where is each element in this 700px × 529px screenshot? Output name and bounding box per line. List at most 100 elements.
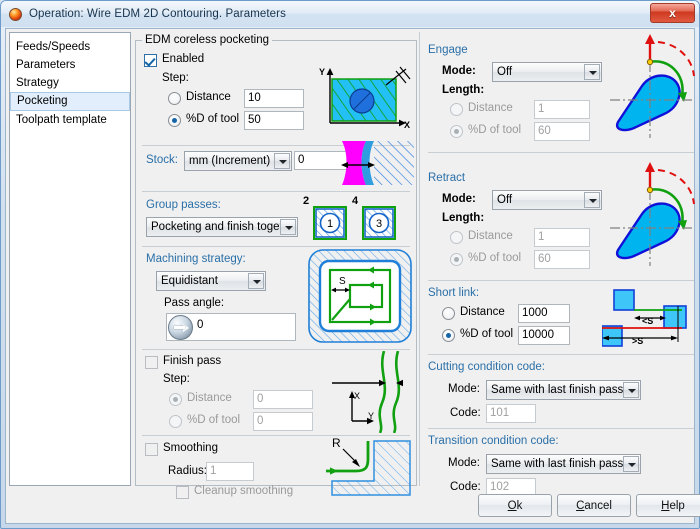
stock-unit-value: mm (Increment) [189,155,271,167]
short-link-distance-input[interactable]: 1000 [518,304,570,323]
cutting-code-input[interactable]: 101 [486,404,536,423]
svg-text:X: X [404,120,410,130]
stock-diagram [308,141,414,185]
close-button[interactable]: x [650,3,695,23]
pass-icon-button-2[interactable]: 3 [362,206,396,240]
smoothing-checkbox[interactable] [145,443,158,456]
finish-distance-input[interactable]: 0 [253,390,313,409]
svg-text:3: 3 [376,218,382,230]
finish-pct-radio[interactable] [169,415,182,428]
client-area: Feeds/Speeds Parameters Strategy Pocketi… [5,28,700,524]
short-link-pct-input[interactable]: 10000 [518,326,570,345]
pass-angle-label: Pass angle: [164,297,225,309]
chevron-down-icon[interactable] [280,219,296,235]
finish-pass-diagram: X Y [322,351,414,433]
sidebar-item-pocketing[interactable]: Pocketing [10,92,130,111]
dialog-window: Operation: Wire EDM 2D Contouring. Param… [0,0,700,529]
step-label: Step: [162,72,189,84]
chevron-down-icon[interactable] [623,456,639,472]
transition-mode-combo[interactable]: Same with last finish pass [486,454,641,474]
cutting-code-label: Code: [450,407,481,419]
finish-distance-radio[interactable] [169,393,182,406]
chevron-down-icon[interactable] [248,273,264,289]
chevron-down-icon[interactable] [274,153,290,169]
svg-text:R: R [332,437,341,450]
page-list: Feeds/Speeds Parameters Strategy Pocketi… [9,32,131,486]
transition-mode-label: Mode: [448,457,480,469]
engage-distance-radio[interactable] [450,103,463,116]
pass-icon-badge-1: 2 [303,195,310,207]
retract-distance-radio[interactable] [450,231,463,244]
short-link-distance-radio[interactable] [442,307,455,320]
short-link-pct-radio[interactable] [442,329,455,342]
enabled-label: Enabled [162,53,205,65]
svg-text:X: X [354,391,360,401]
machining-strategy-value: Equidistant [161,275,218,287]
pass-angle-dial[interactable] [168,315,193,340]
engage-mode-label: Mode: [442,65,476,77]
cancel-button[interactable]: Cancel [557,494,631,517]
engage-pct-label: %D of tool [468,124,522,136]
smoothing-diagram: R [322,437,414,505]
engage-distance-input[interactable]: 1 [534,100,590,119]
finish-pass-checkbox[interactable] [145,356,158,369]
group-title: EDM coreless pocketing [142,34,272,46]
finish-pct-input[interactable]: 0 [253,412,313,431]
divider-4 [142,349,410,350]
transition-code-label: Code: [450,481,481,493]
enabled-checkbox[interactable] [144,54,157,67]
svg-text:>S: >S [632,336,643,346]
engage-mode-value: Off [497,66,513,78]
retract-length-label: Length: [442,212,485,224]
retract-mode-combo[interactable]: Off [492,190,602,210]
help-button[interactable]: Help [636,494,700,517]
sidebar-item-feeds-speeds[interactable]: Feeds/Speeds [10,38,130,56]
engage-title: Engage [428,44,468,56]
chevron-down-icon[interactable] [623,382,639,398]
machining-strategy-combo[interactable]: Equidistant [156,271,266,291]
svg-text:S: S [339,276,346,287]
divider-2 [142,191,410,192]
cleanup-smoothing-label: Cleanup smoothing [194,485,294,497]
cutting-mode-combo[interactable]: Same with last finish pass [486,380,641,400]
cutting-condition-title: Cutting condition code: [428,361,545,373]
sidebar-item-strategy[interactable]: Strategy [10,74,130,92]
pass-icon-button-1[interactable]: 1 [313,206,347,240]
engage-diagram [598,34,700,146]
engage-pct-radio[interactable] [450,125,463,138]
pass-icon-badge-2: 4 [352,195,359,207]
pass-angle-input[interactable]: 0 [197,319,203,331]
step-pct-label: %D of tool [186,113,240,125]
group-passes-combo[interactable]: Pocketing and finish togetl [146,217,298,237]
stock-unit-combo[interactable]: mm (Increment) [184,151,292,171]
cleanup-smoothing-checkbox[interactable] [176,486,189,499]
step-distance-radio[interactable] [168,92,181,105]
sidebar-item-toolpath-template[interactable]: Toolpath template [10,111,130,129]
step-pct-radio[interactable] [168,114,181,127]
ok-button[interactable]: Ok [478,494,552,517]
cancel-button-rest: ancel [584,499,612,512]
machining-strategy-label: Machining strategy: [146,253,246,265]
engage-pct-input[interactable]: 60 [534,122,590,141]
retract-pct-radio[interactable] [450,253,463,266]
retract-mode-label: Mode: [442,193,476,205]
cutting-mode-value: Same with last finish pass [491,384,624,396]
finish-pass-step-label: Step: [163,373,190,385]
group-passes-value: Pocketing and finish togetl [151,221,286,233]
short-link-pct-label: %D of tool [460,328,514,340]
step-distance-label: Distance [186,91,231,103]
retract-distance-input[interactable]: 1 [534,228,590,247]
sidebar-item-parameters[interactable]: Parameters [10,56,130,74]
engage-mode-combo[interactable]: Off [492,62,602,82]
retract-pct-input[interactable]: 60 [534,250,590,269]
transition-condition-title: Transition condition code: [428,435,559,447]
engage-distance-label: Distance [468,102,513,114]
step-pct-input[interactable]: 50 [244,111,304,130]
smoothing-radius-input[interactable]: 1 [206,462,254,481]
step-distance-input[interactable]: 10 [244,89,304,108]
retract-diagram [598,162,700,274]
divider-5 [142,435,410,436]
pass-angle-field-group: 0 [166,313,296,341]
right-pane: Engage Mode: Off Length: Distance 1 %D o… [419,32,695,497]
retract-mode-value: Off [497,194,513,206]
